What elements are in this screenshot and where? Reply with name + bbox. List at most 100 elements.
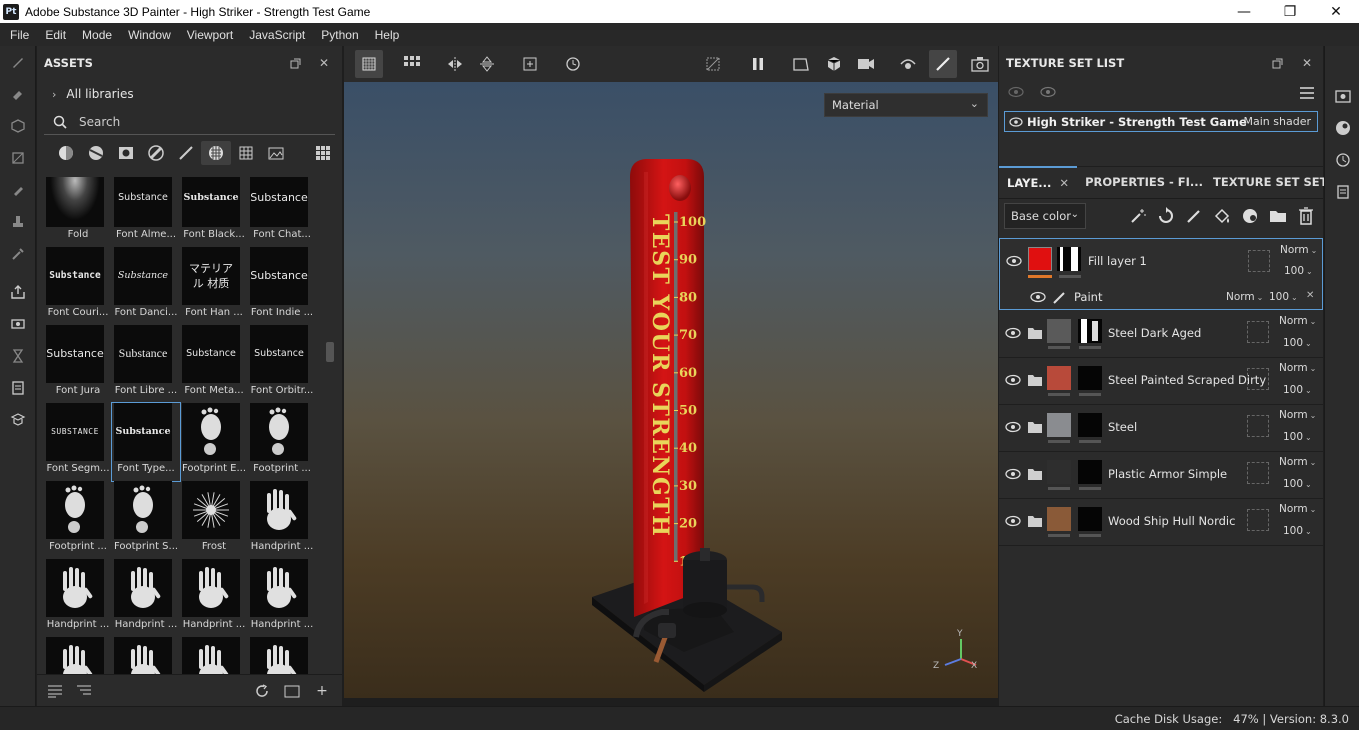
- history-panel-icon[interactable]: [1325, 144, 1359, 176]
- eye-icon[interactable]: [1005, 466, 1021, 482]
- menu-icon[interactable]: [1299, 86, 1315, 100]
- layer-mask-slot[interactable]: [1247, 415, 1269, 437]
- sort-list-icon[interactable]: [46, 683, 64, 699]
- folder-icon[interactable]: [1028, 468, 1042, 480]
- undock-icon[interactable]: [287, 55, 303, 71]
- add-fill-layer-icon[interactable]: [1211, 205, 1233, 227]
- frame-icon[interactable]: [516, 50, 544, 78]
- layer-name[interactable]: Steel Painted Scraped Dirty: [1108, 373, 1266, 387]
- paint-blend-mode[interactable]: Norm ⌄: [1226, 291, 1263, 303]
- asset-item[interactable]: Handprint ...: [248, 481, 316, 559]
- close-window-button[interactable]: ✕: [1313, 0, 1359, 23]
- layer-name[interactable]: Steel: [1108, 420, 1137, 434]
- close-panel-icon[interactable]: ✕: [316, 55, 332, 71]
- light-icon[interactable]: [894, 50, 922, 78]
- layer-folder-row[interactable]: Steel Norm ⌄ 100 ⌄: [999, 405, 1323, 452]
- layer-thumbnail[interactable]: [1047, 413, 1071, 437]
- asset-item[interactable]: Handprint ...: [112, 559, 180, 637]
- channel-select[interactable]: Base color ⌄: [1004, 203, 1086, 229]
- pause-icon[interactable]: [744, 50, 772, 78]
- new-folder-icon[interactable]: [283, 683, 301, 699]
- layer-mask-slot[interactable]: [1247, 321, 1269, 343]
- asset-item[interactable]: Substance Font Type...: [111, 402, 181, 482]
- eye-icon[interactable]: [1005, 325, 1021, 341]
- solo-icon[interactable]: [1007, 85, 1025, 99]
- menu-edit[interactable]: Edit: [37, 28, 74, 42]
- layer-folder-row[interactable]: Wood Ship Hull Nordic Norm ⌄ 100 ⌄: [999, 499, 1323, 546]
- view-3d-icon[interactable]: [820, 50, 848, 78]
- layer-mask-thumbnail[interactable]: [1078, 460, 1102, 484]
- add-icon[interactable]: +: [313, 683, 331, 699]
- display-settings-icon[interactable]: [1325, 80, 1359, 112]
- camera-icon[interactable]: [852, 50, 880, 78]
- remove-effect-icon[interactable]: ✕: [1306, 290, 1314, 301]
- menu-mode[interactable]: Mode: [74, 28, 120, 42]
- filter-generator-icon[interactable]: [141, 141, 171, 165]
- refresh-icon[interactable]: [253, 683, 271, 699]
- add-effect-icon[interactable]: [1127, 205, 1149, 227]
- layer-blend-mode[interactable]: Norm ⌄: [1279, 456, 1316, 468]
- layer-name[interactable]: Plastic Armor Simple: [1108, 467, 1227, 481]
- layer-thumbnail[interactable]: [1047, 507, 1071, 531]
- clone-stamp-icon[interactable]: [0, 206, 36, 238]
- maximize-button[interactable]: ❐: [1267, 0, 1313, 23]
- history-icon[interactable]: [559, 50, 587, 78]
- projection-icon[interactable]: [0, 110, 36, 142]
- tab-properties[interactable]: PROPERTIES - FI...: [1077, 166, 1211, 198]
- geometry-mask-icon[interactable]: [0, 142, 36, 174]
- layer-blend-mode[interactable]: Norm ⌄: [1279, 362, 1316, 374]
- screenshot-icon[interactable]: [966, 50, 994, 78]
- learn-icon[interactable]: [0, 404, 36, 436]
- fill-layer-name[interactable]: Fill layer 1: [1088, 254, 1147, 268]
- texture-set-item[interactable]: High Striker - Strength Test Game Main s…: [1004, 111, 1318, 132]
- eye-icon[interactable]: [1005, 419, 1021, 435]
- asset-item[interactable]: Substance Font Orbitr...: [248, 325, 316, 403]
- paint-mode-icon[interactable]: [929, 50, 957, 78]
- folder-icon[interactable]: [1028, 515, 1042, 527]
- close-tab-icon[interactable]: ✕: [1059, 176, 1069, 190]
- document-icon[interactable]: [0, 372, 36, 404]
- layer-mask-slot[interactable]: [1247, 462, 1269, 484]
- asset-item[interactable]: [248, 637, 316, 674]
- filter-mask-icon[interactable]: [111, 141, 141, 165]
- asset-item[interactable]: [44, 637, 112, 674]
- asset-item[interactable]: Substance Font Meta...: [180, 325, 248, 403]
- asset-item[interactable]: [180, 637, 248, 674]
- asset-item[interactable]: Substance Font Couri...: [44, 247, 112, 325]
- layer-thumbnail[interactable]: [1047, 366, 1071, 390]
- folder-icon[interactable]: [1028, 327, 1042, 339]
- add-paint-layer-icon[interactable]: [1183, 205, 1205, 227]
- filter-material-icon[interactable]: [51, 141, 81, 165]
- asset-item[interactable]: Substance Font Danci...: [112, 247, 180, 325]
- filter-texture-icon[interactable]: [201, 141, 231, 165]
- layer-folder-row[interactable]: Steel Painted Scraped Dirty Norm ⌄ 100 ⌄: [999, 358, 1323, 405]
- asset-item[interactable]: Footprint ...: [248, 403, 316, 481]
- shader-settings-icon[interactable]: [1325, 112, 1359, 144]
- layer-opacity[interactable]: 100 ⌄: [1283, 337, 1312, 349]
- viewport-mode-select[interactable]: Material ⌄: [824, 93, 988, 117]
- layer-opacity[interactable]: 100 ⌄: [1283, 384, 1312, 396]
- layer-mask-thumbnail[interactable]: [1078, 507, 1102, 531]
- symmetry-vertical-icon[interactable]: [473, 50, 501, 78]
- folder-icon[interactable]: [1028, 374, 1042, 386]
- hide-mask-icon[interactable]: [699, 50, 727, 78]
- asset-item[interactable]: Handprint ...: [44, 559, 112, 637]
- eraser-icon[interactable]: [0, 78, 36, 110]
- eye-icon[interactable]: [1009, 116, 1023, 127]
- filter-pattern-icon[interactable]: [231, 141, 261, 165]
- filter-environment-icon[interactable]: [261, 141, 291, 165]
- undock-icon[interactable]: [1269, 55, 1285, 71]
- layer-blend-mode[interactable]: Norm ⌄: [1279, 315, 1316, 327]
- layer-opacity[interactable]: 100 ⌄: [1283, 478, 1312, 490]
- asset-item[interactable]: マテリアル 材质 Font Han ...: [180, 247, 248, 325]
- tab-layers[interactable]: LAYE... ✕: [999, 166, 1078, 198]
- folder-icon[interactable]: [1028, 421, 1042, 433]
- eye-icon[interactable]: [1005, 372, 1021, 388]
- add-folder-icon[interactable]: [1267, 205, 1289, 227]
- asset-item[interactable]: Handprint ...: [180, 559, 248, 637]
- layer-mask-slot[interactable]: [1247, 368, 1269, 390]
- paint-brush-icon[interactable]: [0, 46, 36, 78]
- menu-viewport[interactable]: Viewport: [179, 28, 241, 42]
- asset-item[interactable]: Frost: [180, 481, 248, 559]
- layer-mask-thumbnail[interactable]: [1078, 413, 1102, 437]
